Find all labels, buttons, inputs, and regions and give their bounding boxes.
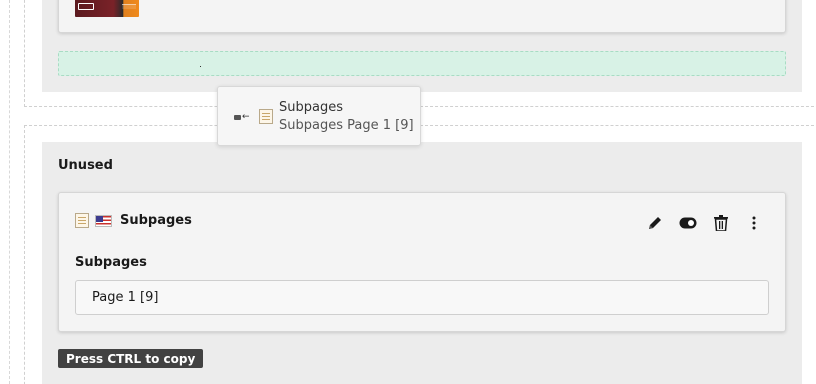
page-icon xyxy=(75,213,89,228)
content-element-actions xyxy=(633,213,765,233)
content-element-header: Subpages xyxy=(75,213,192,228)
page-icon xyxy=(259,109,273,124)
thumbnail-badge xyxy=(78,3,94,10)
drop-zone[interactable] xyxy=(58,51,786,76)
content-element-title: Subpages xyxy=(120,213,192,228)
trash-icon[interactable] xyxy=(710,213,732,233)
drag-tooltip-subtitle: Subpages Page 1 [9] xyxy=(279,118,414,133)
copy-hint-badge: Press CTRL to copy xyxy=(58,349,204,368)
column-guide xyxy=(0,0,10,384)
column-title: Unused xyxy=(58,158,113,173)
drop-zone-marker xyxy=(200,66,201,67)
content-element[interactable]: Subpages Subpages Page 1 [9] xyxy=(58,192,786,332)
subpages-field: Page 1 [9] xyxy=(75,280,769,315)
us-flag-icon xyxy=(95,214,112,227)
drag-tooltip-title: Subpages xyxy=(279,100,343,115)
image-thumbnail xyxy=(75,0,139,17)
field-label: Subpages xyxy=(75,255,147,270)
move-icon: ← xyxy=(234,113,250,122)
edit-icon[interactable] xyxy=(644,213,666,233)
more-vertical-icon[interactable] xyxy=(743,213,765,233)
content-element-top[interactable] xyxy=(58,0,786,33)
field-value: Page 1 [9] xyxy=(92,290,159,305)
toggle-icon[interactable] xyxy=(677,213,699,233)
drag-tooltip: ← Subpages Subpages Page 1 [9] xyxy=(217,86,421,146)
thumbnail-mark xyxy=(122,4,136,9)
